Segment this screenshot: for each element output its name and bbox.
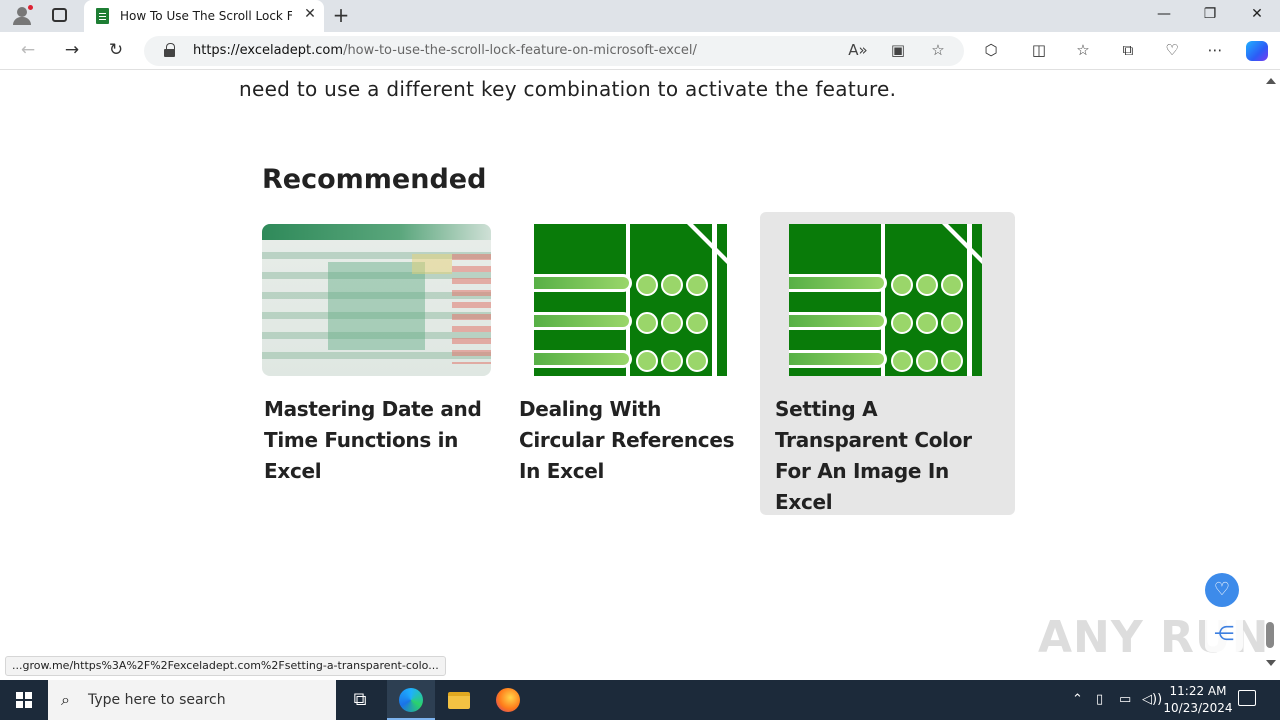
notification-icon[interactable]	[1238, 690, 1256, 706]
url-domain: https://exceladept.com	[193, 43, 344, 58]
start-button[interactable]	[0, 680, 48, 720]
immersive-reader-icon[interactable]: ▣	[888, 41, 908, 59]
excel-sheet-thumbnail[interactable]	[789, 224, 982, 376]
close-window-icon[interactable]: ✕	[1247, 6, 1267, 22]
edge-taskbar-icon[interactable]	[387, 680, 435, 720]
favorites-icon[interactable]: ☆	[1072, 41, 1094, 59]
windows-logo-icon	[16, 692, 32, 708]
file-explorer-icon[interactable]	[435, 680, 483, 720]
url-path: /how-to-use-the-scroll-lock-feature-on-m…	[343, 43, 697, 58]
toolbar: ← → ↻ https://exceladept.com/how-to-use-…	[0, 32, 1280, 70]
active-tab[interactable]: How To Use The Scroll Lock Feature On Mi…	[84, 0, 324, 32]
tab-strip: How To Use The Scroll Lock Feature On Mi…	[0, 0, 1280, 32]
card-title[interactable]: Setting A Transparent Color For An Image…	[775, 394, 1005, 518]
restore-icon[interactable]: ❐	[1200, 6, 1220, 22]
read-aloud-icon[interactable]: A»	[848, 41, 868, 59]
card-title[interactable]: Mastering Date and Time Functions in Exc…	[264, 394, 494, 487]
profile-icon[interactable]	[12, 5, 33, 25]
url-text[interactable]: https://exceladept.com/how-to-use-the-sc…	[193, 43, 697, 58]
more-menu-icon[interactable]: ⋯	[1204, 41, 1226, 59]
taskbar-search-box[interactable]: ⌕ Type here to search	[48, 680, 336, 720]
taskbar-clock[interactable]: 11:22 AM 10/23/2024	[1160, 683, 1236, 717]
card-title[interactable]: Dealing With Circular References In Exce…	[519, 394, 749, 487]
minimize-icon[interactable]: —	[1154, 6, 1174, 22]
link-status-bar: ...grow.me/https%3A%2F%2Fexceladept.com%…	[5, 656, 446, 676]
share-icon[interactable]: ⋲	[1205, 614, 1243, 652]
browser-essentials-icon[interactable]: ♡	[1161, 41, 1183, 59]
collections-icon[interactable]: ⧉	[1117, 41, 1139, 59]
reload-icon[interactable]: ↻	[104, 40, 128, 62]
heart-icon[interactable]: ♡	[1205, 573, 1239, 607]
task-view-icon[interactable]: ⧉	[336, 680, 384, 720]
windows-taskbar: ⌕ Type here to search ⧉ ⌃ ▯ ▭ ◁)) 11:22 …	[0, 680, 1280, 720]
recommended-card[interactable]: Setting A Transparent Color For An Image…	[760, 212, 1015, 515]
tab-title: How To Use The Scroll Lock Feature On Mi…	[120, 9, 292, 23]
forward-icon[interactable]: →	[60, 40, 84, 62]
spreadsheet-thumbnail[interactable]	[262, 224, 491, 376]
tab-close-icon[interactable]: ✕	[301, 6, 319, 26]
firefox-icon[interactable]	[484, 680, 532, 720]
network-icon[interactable]: ▭	[1119, 692, 1131, 707]
clock-date: 10/23/2024	[1163, 701, 1233, 715]
extensions-icon[interactable]: ⬡	[980, 41, 1002, 59]
excel-sheet-thumbnail[interactable]	[534, 224, 727, 376]
search-placeholder: Type here to search	[88, 692, 226, 708]
recommended-card[interactable]: Dealing With Circular References In Exce…	[515, 212, 770, 515]
device-icon[interactable]: ▯	[1096, 692, 1103, 707]
scroll-up-arrow-icon[interactable]	[1266, 78, 1276, 84]
page-content: need to use a different key combination …	[0, 70, 1262, 677]
address-bar[interactable]: https://exceladept.com/how-to-use-the-sc…	[144, 36, 964, 66]
lock-icon[interactable]	[164, 43, 175, 57]
search-icon: ⌕	[61, 690, 70, 709]
page-scrollbar[interactable]	[1262, 70, 1280, 677]
back-icon[interactable]: ←	[16, 40, 40, 62]
excel-favicon-icon	[96, 8, 109, 24]
tab-actions-icon[interactable]	[52, 8, 67, 22]
favorite-star-icon[interactable]: ☆	[928, 41, 948, 59]
recommended-heading: Recommended	[262, 164, 487, 195]
copilot-icon[interactable]	[1246, 41, 1268, 61]
split-screen-icon[interactable]: ◫	[1028, 41, 1050, 59]
new-tab-button[interactable]: +	[331, 3, 351, 27]
paragraph-text: need to use a different key combination …	[239, 77, 897, 101]
show-hidden-icons-icon[interactable]: ⌃	[1072, 692, 1083, 707]
clock-time: 11:22 AM	[1169, 684, 1227, 698]
recommended-card[interactable]: Mastering Date and Time Functions in Exc…	[260, 212, 515, 515]
